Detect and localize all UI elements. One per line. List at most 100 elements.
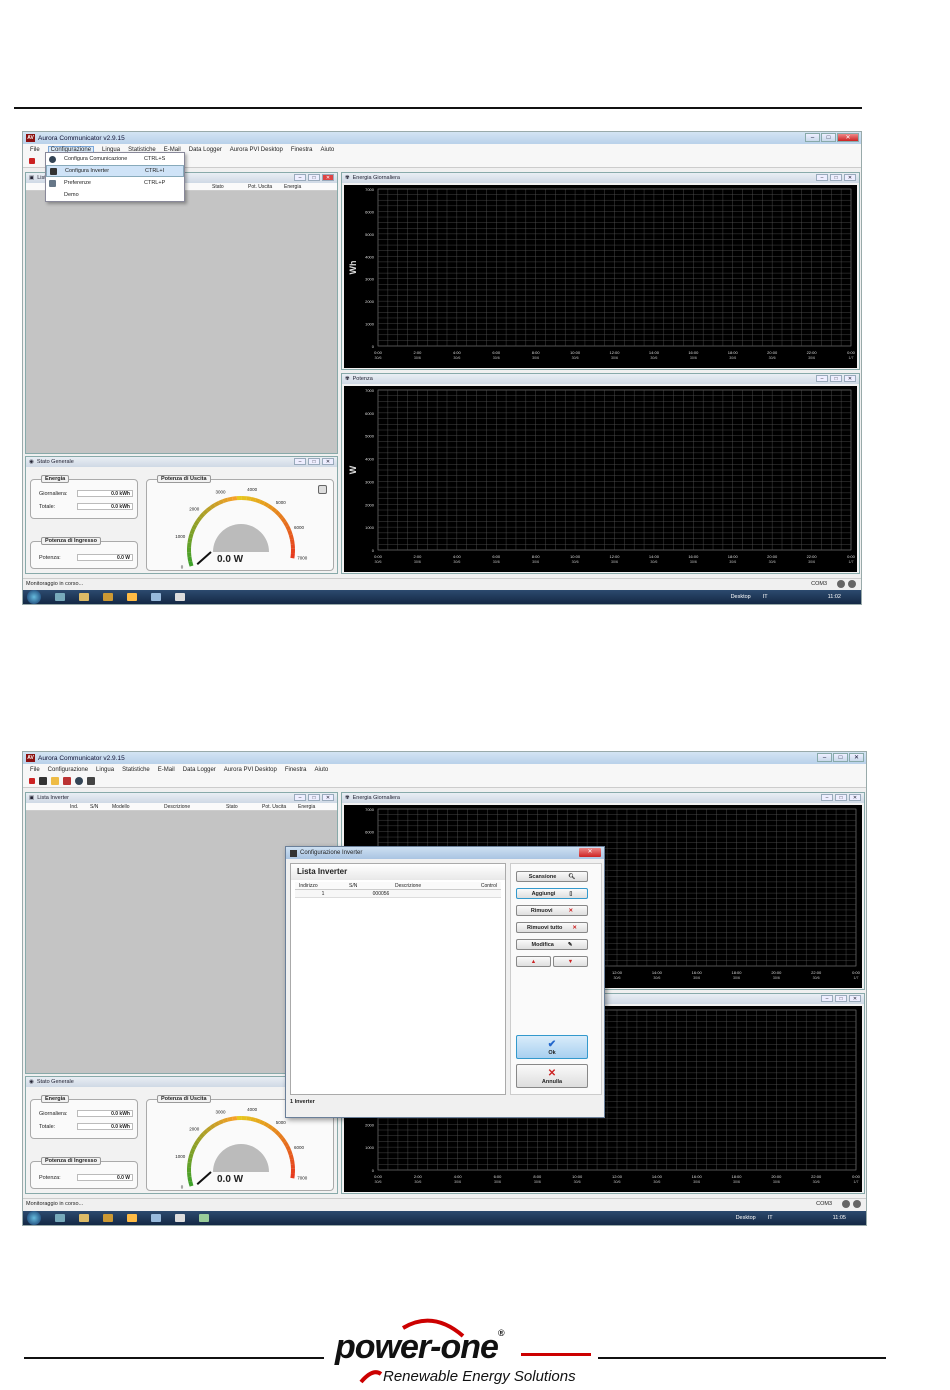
folder-icon[interactable]: [51, 777, 59, 785]
maximize-button[interactable]: □: [833, 753, 848, 762]
inverter-config-icon[interactable]: [87, 777, 95, 785]
stop-icon[interactable]: [29, 158, 35, 164]
panel-minimize-button[interactable]: –: [294, 794, 306, 801]
ok-button[interactable]: ✔Ok: [516, 1035, 588, 1059]
menu-data-logger[interactable]: Data Logger: [189, 147, 222, 153]
taskbar-clock[interactable]: 11:05: [833, 1215, 846, 1221]
move-down-button[interactable]: ▼: [553, 956, 588, 967]
panel-restore-button[interactable]: □: [830, 375, 842, 382]
menu-aurora-pvi[interactable]: Aurora PVI Desktop: [230, 147, 283, 153]
taskbar-app-icon[interactable]: [79, 593, 89, 601]
menu-configurazione[interactable]: Configurazione: [48, 767, 88, 773]
col-sn[interactable]: S/N: [90, 804, 112, 810]
inverter-list-body[interactable]: [26, 191, 337, 453]
panel-restore-button[interactable]: □: [308, 794, 320, 801]
scansione-button[interactable]: Scansione🔍︎: [516, 871, 588, 882]
col-energia[interactable]: Energia: [284, 184, 301, 190]
taskbar-aurora-icon[interactable]: [175, 1214, 185, 1222]
menu-aiuto[interactable]: Aiuto: [315, 767, 329, 773]
menu-lingua[interactable]: Lingua: [96, 767, 114, 773]
panel-close-button[interactable]: ✕: [322, 794, 334, 801]
panel-minimize-button[interactable]: –: [821, 794, 833, 801]
minimize-button[interactable]: –: [805, 133, 820, 142]
taskbar-app-icon[interactable]: [151, 593, 161, 601]
stop-icon[interactable]: [29, 778, 35, 784]
panel-minimize-button[interactable]: –: [821, 995, 833, 1002]
taskbar-app-icon[interactable]: [151, 1214, 161, 1222]
inverter-icon[interactable]: [39, 777, 47, 785]
refresh-icon[interactable]: [318, 485, 327, 494]
col-stato[interactable]: Stato: [226, 804, 262, 810]
taskbar-clock[interactable]: 11:02: [828, 594, 841, 600]
panel-close-button[interactable]: ✕: [849, 995, 861, 1002]
taskbar-app-icon[interactable]: [79, 1214, 89, 1222]
panel-restore-button[interactable]: □: [308, 458, 320, 465]
panel-minimize-button[interactable]: –: [816, 174, 828, 181]
col-descrizione[interactable]: Descrizione: [164, 804, 226, 810]
menu-file[interactable]: File: [30, 767, 40, 773]
move-up-button[interactable]: ▲: [516, 956, 551, 967]
menu-item-demo[interactable]: Demo: [46, 189, 184, 201]
menu-file[interactable]: File: [30, 147, 40, 153]
maximize-button[interactable]: □: [821, 133, 836, 142]
dialog-close-button[interactable]: ✕: [579, 848, 601, 857]
menu-finestra[interactable]: Finestra: [285, 767, 307, 773]
taskbar-app-icon[interactable]: [55, 1214, 65, 1222]
menu-aurora-pvi[interactable]: Aurora PVI Desktop: [224, 767, 277, 773]
annulla-button[interactable]: ✕Annulla: [516, 1064, 588, 1088]
panel-close-button[interactable]: ✕: [844, 375, 856, 382]
panel-close-button[interactable]: ✕: [322, 174, 334, 181]
dialog-list-row[interactable]: 1 000056: [295, 890, 501, 898]
panel-minimize-button[interactable]: –: [816, 375, 828, 382]
panel-minimize-button[interactable]: –: [294, 174, 306, 181]
col-energia[interactable]: Energia: [298, 804, 315, 810]
taskbar-lang[interactable]: IT: [763, 594, 768, 600]
panel-restore-button[interactable]: □: [830, 174, 842, 181]
col-modello[interactable]: Modello: [112, 804, 164, 810]
panel-restore-button[interactable]: □: [835, 794, 847, 801]
col-pot-uscita[interactable]: Pot. Uscita: [248, 184, 284, 190]
record-icon[interactable]: [63, 777, 71, 785]
start-button[interactable]: [27, 590, 41, 604]
menu-item-preferenze[interactable]: PreferenzeCTRL+P: [46, 177, 184, 189]
taskbar-app-icon[interactable]: [127, 1214, 137, 1222]
taskbar-desktop[interactable]: Desktop: [731, 594, 751, 600]
close-button[interactable]: ✕: [849, 753, 864, 762]
panel-restore-button[interactable]: □: [308, 174, 320, 181]
col-descrizione[interactable]: Descrizione: [385, 883, 467, 889]
start-button[interactable]: [27, 1211, 41, 1225]
col-control[interactable]: Control: [481, 883, 501, 889]
menu-aiuto[interactable]: Aiuto: [321, 147, 335, 153]
taskbar-desktop[interactable]: Desktop: [736, 1215, 756, 1221]
taskbar-app-icon[interactable]: [103, 1214, 113, 1222]
col-pot-uscita[interactable]: Pot. Uscita: [262, 804, 298, 810]
rimuovi-button[interactable]: Rimuovi✕: [516, 905, 588, 916]
panel-close-button[interactable]: ✕: [322, 458, 334, 465]
col-indirizzo[interactable]: Indirizzo: [295, 883, 329, 889]
menu-item-configura-inverter[interactable]: Configura InverterCTRL+I: [46, 165, 184, 177]
col-ind[interactable]: Ind.: [70, 804, 90, 810]
network-icon[interactable]: [75, 777, 83, 785]
col-stato[interactable]: Stato: [212, 184, 248, 190]
close-button[interactable]: ✕: [837, 133, 859, 142]
taskbar-lang[interactable]: IT: [768, 1215, 773, 1221]
taskbar-app-icon[interactable]: [199, 1214, 209, 1222]
panel-close-button[interactable]: ✕: [849, 794, 861, 801]
panel-close-button[interactable]: ✕: [844, 174, 856, 181]
menu-statistiche[interactable]: Statistiche: [122, 767, 150, 773]
col-sn[interactable]: S/N: [329, 883, 385, 889]
minimize-button[interactable]: –: [817, 753, 832, 762]
menu-item-configura-comunicazione[interactable]: Configura ComunicazioneCTRL+S: [46, 153, 184, 165]
rimuovi-tutto-button[interactable]: Rimuovi tutto✕: [516, 922, 588, 933]
taskbar-aurora-icon[interactable]: [175, 593, 185, 601]
menu-data-logger[interactable]: Data Logger: [183, 767, 216, 773]
panel-restore-button[interactable]: □: [835, 995, 847, 1002]
aggiungi-button[interactable]: Aggiungi▯: [516, 888, 588, 899]
menu-finestra[interactable]: Finestra: [291, 147, 313, 153]
taskbar-app-icon[interactable]: [103, 593, 113, 601]
menu-email[interactable]: E-Mail: [158, 767, 175, 773]
modifica-button[interactable]: Modifica✎: [516, 939, 588, 950]
panel-minimize-button[interactable]: –: [294, 458, 306, 465]
taskbar-app-icon[interactable]: [127, 593, 137, 601]
taskbar-app-icon[interactable]: [55, 593, 65, 601]
